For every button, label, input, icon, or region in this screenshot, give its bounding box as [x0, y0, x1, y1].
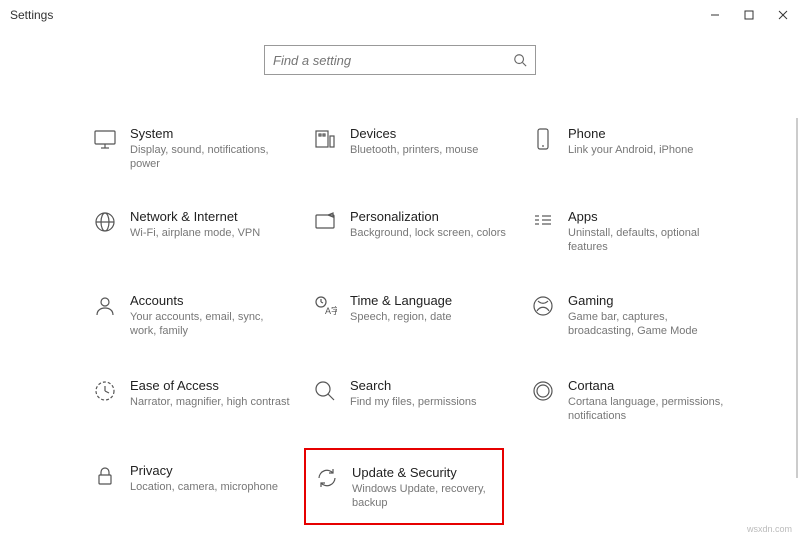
category-time[interactable]: A字 Time & Language Speech, region, date [312, 293, 512, 324]
category-desc: Your accounts, email, sync, work, family [130, 310, 292, 339]
category-gaming[interactable]: Gaming Game bar, captures, broadcasting, … [530, 293, 730, 339]
category-privacy[interactable]: Privacy Location, camera, microphone [92, 463, 292, 494]
category-title: Update & Security [352, 465, 494, 480]
category-title: Cortana [568, 378, 730, 393]
display-icon [92, 126, 118, 152]
search-icon [513, 53, 527, 67]
category-desc: Narrator, magnifier, high contrast [130, 395, 292, 409]
category-title: Phone [568, 126, 730, 141]
category-desc: Game bar, captures, broadcasting, Game M… [568, 310, 730, 339]
time-language-icon: A字 [312, 293, 338, 319]
category-desc: Find my files, permissions [350, 395, 512, 409]
search-box[interactable] [264, 45, 536, 75]
window-controls [698, 0, 800, 30]
devices-icon [312, 126, 338, 152]
category-update[interactable]: Update & Security Windows Update, recover… [304, 448, 504, 525]
category-system[interactable]: System Display, sound, notifications, pow… [92, 126, 292, 172]
category-desc: Background, lock screen, colors [350, 226, 512, 240]
ease-icon [92, 378, 118, 404]
watermark: wsxdn.com [747, 524, 792, 534]
category-desc: Uninstall, defaults, optional features [568, 226, 730, 255]
category-title: Ease of Access [130, 378, 292, 393]
minimize-button[interactable] [698, 0, 732, 30]
categories-grid: System Display, sound, notifications, pow… [92, 118, 790, 540]
xbox-icon [530, 293, 556, 319]
category-title: Privacy [130, 463, 292, 478]
category-title: Accounts [130, 293, 292, 308]
phone-icon [530, 126, 556, 152]
category-title: Gaming [568, 293, 730, 308]
category-phone[interactable]: Phone Link your Android, iPhone [530, 126, 730, 157]
category-desc: Windows Update, recovery, backup [352, 482, 494, 511]
cortana-icon [530, 378, 556, 404]
category-desc: Display, sound, notifications, power [130, 143, 292, 172]
category-desc: Link your Android, iPhone [568, 143, 730, 157]
category-network[interactable]: Network & Internet Wi-Fi, airplane mode, … [92, 209, 292, 240]
category-title: Devices [350, 126, 512, 141]
scrollbar[interactable] [796, 118, 798, 478]
close-button[interactable] [766, 0, 800, 30]
category-desc: Speech, region, date [350, 310, 512, 324]
category-devices[interactable]: Devices Bluetooth, printers, mouse [312, 126, 512, 157]
category-apps[interactable]: Apps Uninstall, defaults, optional featur… [530, 209, 730, 255]
category-title: System [130, 126, 292, 141]
titlebar: Settings [0, 0, 800, 30]
search-container [0, 45, 800, 75]
category-title: Time & Language [350, 293, 512, 308]
category-search[interactable]: Search Find my files, permissions [312, 378, 512, 409]
search-input[interactable] [273, 53, 513, 68]
category-desc: Location, camera, microphone [130, 480, 292, 494]
sync-icon [314, 465, 340, 491]
category-cortana[interactable]: Cortana Cortana language, permissions, no… [530, 378, 730, 424]
person-icon [92, 293, 118, 319]
category-desc: Bluetooth, printers, mouse [350, 143, 512, 157]
svg-text:A字: A字 [325, 305, 337, 316]
lock-icon [92, 463, 118, 489]
globe-icon [92, 209, 118, 235]
apps-icon [530, 209, 556, 235]
category-ease[interactable]: Ease of Access Narrator, magnifier, high … [92, 378, 292, 409]
category-title: Apps [568, 209, 730, 224]
category-desc: Cortana language, permissions, notificat… [568, 395, 730, 424]
paint-icon [312, 209, 338, 235]
category-title: Network & Internet [130, 209, 292, 224]
category-title: Personalization [350, 209, 512, 224]
window-title: Settings [10, 8, 53, 22]
category-desc: Wi-Fi, airplane mode, VPN [130, 226, 292, 240]
category-personalization[interactable]: Personalization Background, lock screen, … [312, 209, 512, 240]
magnifier-icon [312, 378, 338, 404]
category-title: Search [350, 378, 512, 393]
category-accounts[interactable]: Accounts Your accounts, email, sync, work… [92, 293, 292, 339]
maximize-button[interactable] [732, 0, 766, 30]
